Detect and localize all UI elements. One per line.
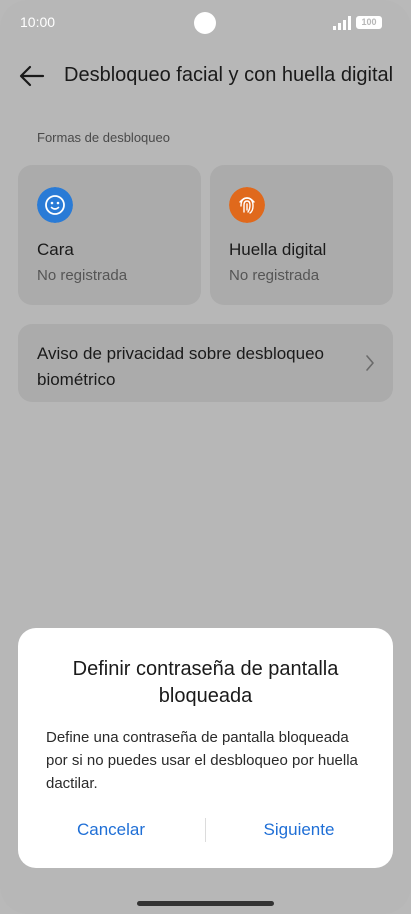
fingerprint-icon: [229, 187, 265, 223]
set-password-dialog: Definir contraseña de pantalla bloqueada…: [18, 628, 393, 868]
home-indicator[interactable]: [137, 901, 274, 906]
dialog-title: Definir contraseña de pantalla bloqueada: [72, 658, 339, 707]
next-button[interactable]: Siguiente: [226, 814, 372, 846]
face-unlock-title: Cara: [37, 240, 74, 259]
status-time: 10:00: [20, 14, 56, 30]
battery-icon: 100: [356, 16, 382, 29]
signal-icon: [333, 16, 351, 30]
fingerprint-unlock-title: Huella digital: [229, 240, 327, 259]
face-unlock-card[interactable]: Cara No registrada: [18, 165, 201, 305]
button-divider: [205, 818, 206, 842]
fingerprint-unlock-card[interactable]: Huella digital No registrada: [210, 165, 393, 305]
privacy-notice-label: Aviso de privacidad sobre desbloqueo bio…: [37, 344, 324, 389]
page-title: Desbloqueo facial y con huella digital: [64, 64, 394, 86]
face-unlock-status: No registrada: [37, 267, 128, 284]
phone-screen: 10:00 100 Desbloqueo facial y con huella…: [0, 0, 411, 914]
chevron-right-icon: [366, 355, 374, 371]
status-bar: 10:00 100: [0, 0, 411, 46]
back-arrow-icon: [19, 65, 45, 87]
fingerprint-unlock-status: No registrada: [229, 267, 320, 284]
face-icon: [37, 187, 73, 223]
dialog-message: Define una contraseña de pantalla bloque…: [46, 729, 358, 792]
front-camera: [194, 12, 216, 34]
privacy-notice-item[interactable]: Aviso de privacidad sobre desbloqueo bio…: [18, 324, 393, 402]
back-button[interactable]: [16, 60, 48, 92]
section-label: Formas de desbloqueo: [37, 130, 170, 145]
cancel-button[interactable]: Cancelar: [38, 814, 184, 846]
